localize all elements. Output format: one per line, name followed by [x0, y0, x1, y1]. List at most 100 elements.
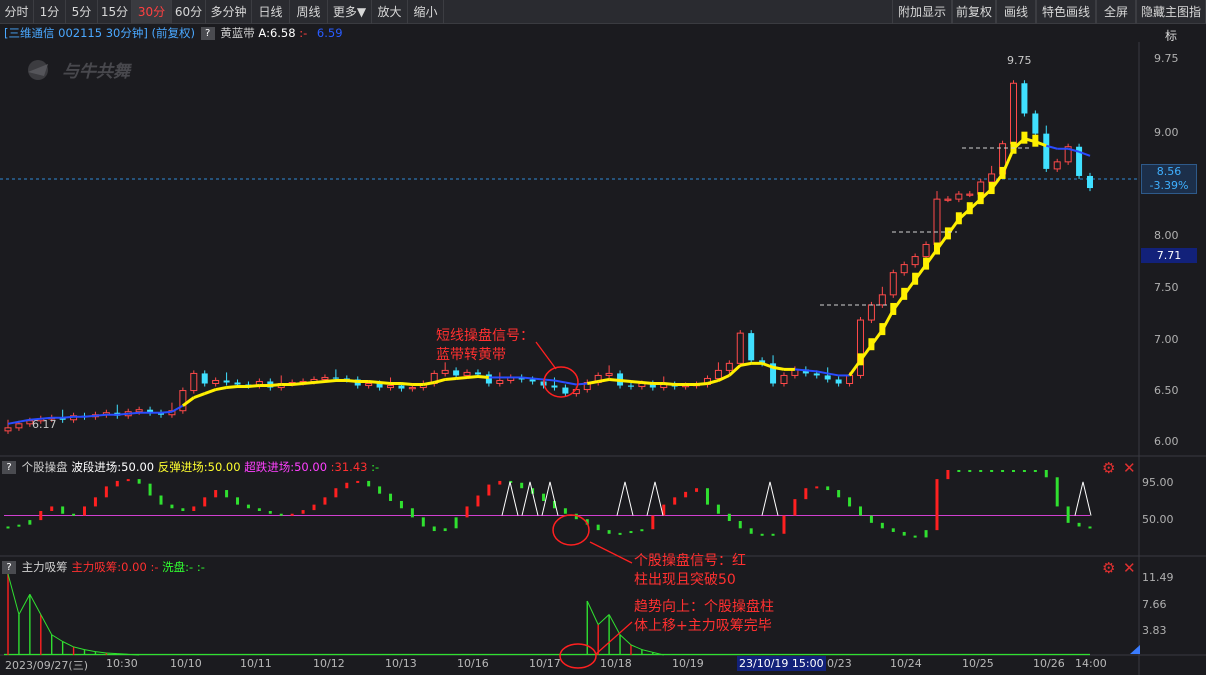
candle-body-down: [748, 333, 755, 361]
candle-body-up: [966, 193, 974, 196]
candle-body-down: [627, 385, 634, 387]
osc-bar: [181, 508, 185, 511]
osc-bar: [1055, 477, 1059, 507]
acc-dash2: :-: [196, 560, 205, 574]
acc-line: [630, 644, 643, 651]
yellow-blue-band-segment: [794, 368, 806, 372]
indicator-name: 黄蓝带: [220, 26, 255, 40]
yellow-blue-band-segment: [739, 361, 752, 367]
toolbar-action-0[interactable]: 附加显示: [892, 0, 952, 24]
price-axis-label: 7.00: [1154, 333, 1179, 346]
osc-bar: [17, 524, 21, 527]
time-axis-label: 10/11: [240, 657, 272, 670]
yellow-blue-band-segment: [521, 376, 533, 380]
period-tab-5[interactable]: 60分: [172, 0, 206, 24]
time-axis-label: 10/24: [890, 657, 922, 670]
candle-body-up: [212, 379, 220, 385]
candle-body-up: [736, 332, 744, 364]
osc-bar: [651, 515, 655, 530]
osc-bar: [454, 517, 458, 529]
period-tab-8[interactable]: 周线: [290, 0, 328, 24]
yellow-blue-band-segment: [466, 374, 479, 379]
osc-bar: [607, 530, 611, 534]
indicator-dash: :-: [299, 26, 308, 40]
yellow-band-block: [988, 182, 995, 195]
osc-bar: [61, 506, 65, 514]
acc-wash-value: 洗盘:-: [162, 560, 194, 574]
yellow-band-block: [879, 323, 886, 336]
acc-line: [117, 653, 129, 655]
yellow-blue-band-segment: [477, 374, 490, 379]
toolbar-action-3[interactable]: 特色画线: [1036, 0, 1096, 24]
yellow-blue-band-segment: [324, 378, 337, 383]
candle-body-down: [453, 370, 460, 376]
period-tab-6[interactable]: 多分钟: [206, 0, 252, 24]
period-tab-4[interactable]: 30分: [132, 0, 172, 24]
osc-bar: [891, 528, 895, 532]
toolbar-action-4[interactable]: 全屏: [1096, 0, 1136, 24]
annotation-arrow-acc: [595, 621, 633, 655]
time-axis-label: 10/16: [457, 657, 489, 670]
osc-bar: [487, 484, 491, 496]
osc-close-icon[interactable]: ✕: [1123, 459, 1136, 477]
yellow-blue-band-segment: [193, 392, 206, 400]
osc-value: :31.43: [330, 460, 368, 474]
candle-body-up: [867, 304, 875, 321]
candle-body-up: [856, 319, 864, 376]
candle-body-up: [911, 256, 919, 266]
osc-bar: [104, 486, 108, 498]
toolbar-action-1[interactable]: 前复权: [952, 0, 996, 24]
osc-triangle-marker: [646, 481, 664, 516]
help-icon[interactable]: ?: [2, 561, 16, 574]
candle-body-up: [922, 243, 930, 258]
toolbar-action-2[interactable]: 画线: [996, 0, 1036, 24]
help-icon[interactable]: ?: [200, 27, 215, 40]
yellow-blue-band-segment: [565, 381, 577, 386]
low-price-label: 6.17: [32, 418, 57, 431]
main-chart-header: [三维通信 002115 30分钟] (前复权) ? 黄蓝带 A:6.58 :-…: [0, 24, 1206, 42]
osc-settings-icon[interactable]: ⚙: [1102, 459, 1115, 477]
time-axis-label: 10/17: [529, 657, 561, 670]
candle-body-down: [1087, 175, 1093, 189]
yellow-blue-band-segment: [696, 382, 708, 387]
osc-bar: [192, 506, 196, 511]
period-tab-9[interactable]: 更多▼: [328, 0, 372, 24]
period-tab-3[interactable]: 15分: [98, 0, 132, 24]
period-tab-0[interactable]: 分时: [0, 0, 34, 24]
candle-body-up: [496, 379, 504, 385]
candle-body-up: [190, 372, 198, 392]
yellow-blue-band-segment: [128, 411, 140, 415]
yellow-band-block: [999, 166, 1006, 179]
time-axis-label: 10:30: [106, 657, 138, 670]
yellow-blue-band-segment: [554, 379, 566, 384]
candle-body-up: [878, 294, 886, 306]
yellow-blue-band-segment: [346, 378, 358, 383]
price-axis-label: 7.50: [1154, 281, 1179, 294]
period-tab-2[interactable]: 5分: [66, 0, 98, 24]
osc-bar: [804, 488, 808, 500]
period-tab-7[interactable]: 日线: [252, 0, 290, 24]
yellow-blue-band-segment: [532, 377, 544, 381]
osc-bar: [869, 515, 873, 523]
acc-settings-icon[interactable]: ⚙: [1102, 559, 1115, 577]
osc-triangle-marker: [616, 481, 634, 516]
time-axis-label: 10/18: [600, 657, 632, 670]
period-tab-11[interactable]: 缩小: [408, 0, 444, 24]
candle-body-up: [387, 385, 395, 389]
osc-bar: [312, 504, 316, 511]
acc-close-icon[interactable]: ✕: [1123, 559, 1136, 577]
osc-bar: [378, 486, 382, 494]
toolbar-action-5[interactable]: 隐藏主图指标: [1136, 0, 1206, 43]
price-axis-label: 8.00: [1154, 229, 1179, 242]
osc-bar: [738, 521, 742, 529]
candle-body-down: [1021, 83, 1028, 114]
yellow-blue-band-segment: [95, 413, 107, 417]
period-tab-10[interactable]: 放大: [372, 0, 408, 24]
osc-bar: [410, 508, 414, 518]
osc-dash: :-: [371, 460, 380, 474]
osc-bar: [1033, 470, 1037, 472]
yellow-blue-band-segment: [455, 375, 468, 380]
help-icon[interactable]: ?: [2, 461, 16, 474]
yellow-band-block: [1032, 134, 1039, 147]
period-tab-1[interactable]: 1分: [34, 0, 66, 24]
